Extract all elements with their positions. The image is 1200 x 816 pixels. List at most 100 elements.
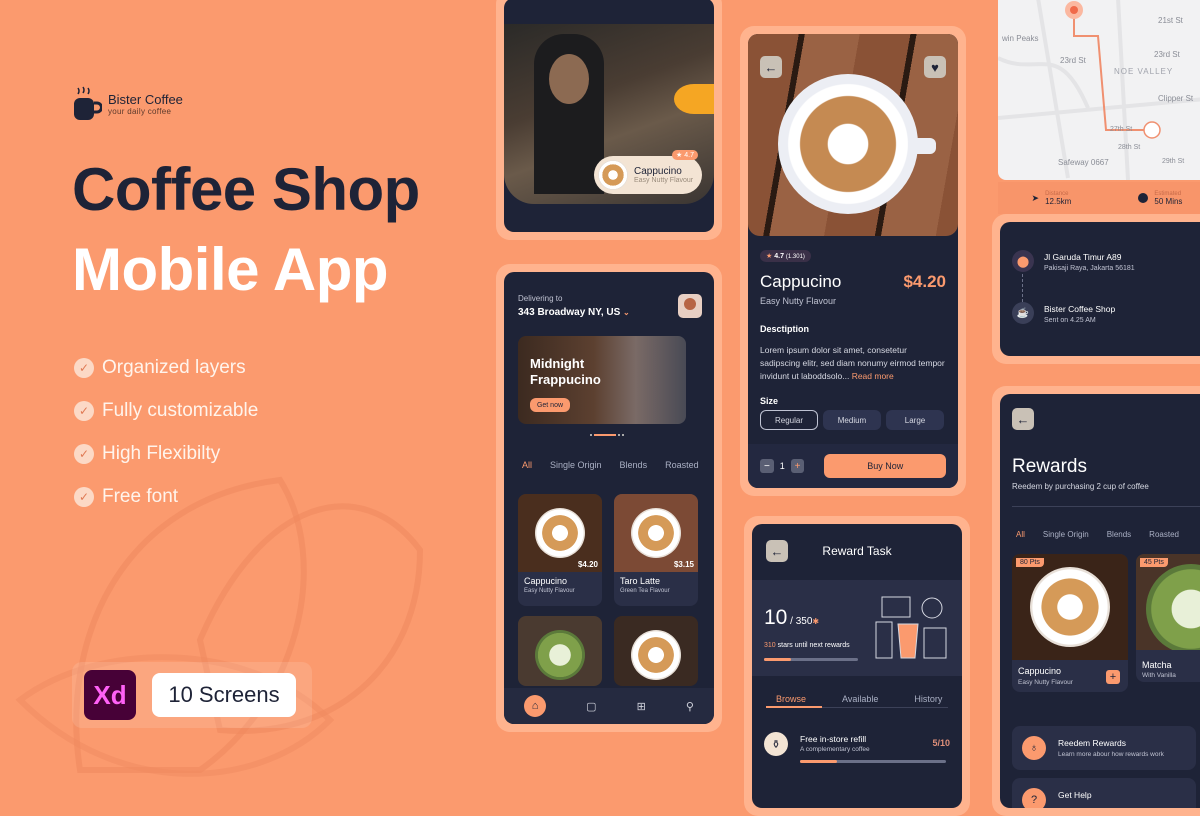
product-name: Taro Latte — [620, 576, 661, 586]
rating-badge: ★ 4.7 (1.301) — [760, 250, 811, 262]
tab-blends[interactable]: Blends — [620, 460, 648, 470]
get-help-link[interactable]: ? Get Help — [1012, 778, 1196, 808]
tab-single-origin[interactable]: Single Origin — [550, 460, 602, 470]
feature-item: ✓ High Flexibilty — [74, 432, 258, 475]
product-image: $3.15 — [614, 494, 698, 572]
link-title: Reedem Rewards — [1058, 738, 1127, 748]
moka-pot-icon: ⚱ — [764, 732, 788, 756]
quantity-value: 1 — [779, 461, 785, 471]
brand-name: Bister Coffee — [108, 92, 183, 107]
reward-card[interactable]: 45 Pts Matcha With Vanilla — [1136, 554, 1200, 682]
profile-icon[interactable]: ⚲ — [686, 700, 694, 713]
product-image: $4.20 — [518, 494, 602, 572]
size-large-button[interactable]: Large — [886, 410, 944, 430]
check-icon: ✓ — [74, 357, 94, 378]
reward-image: 45 Pts — [1136, 554, 1200, 650]
back-button[interactable]: ← — [760, 56, 782, 78]
brand: Bister Coffee your daily coffee — [72, 86, 183, 122]
origin-subtitle: Pakisaji Raya, Jakarta 56181 — [1044, 265, 1135, 272]
product-card[interactable] — [518, 616, 602, 686]
read-more-link[interactable]: Read more — [852, 371, 894, 381]
rating-value: 4.7 — [774, 253, 784, 260]
tab-roasted[interactable]: Roasted — [1149, 530, 1179, 539]
task-progress-text: 5/10 — [932, 738, 950, 748]
tab-history[interactable]: History — [914, 694, 942, 704]
tab-available[interactable]: Available — [842, 694, 878, 704]
screen-subtitle: Reedem by purchasing 2 cup of coffee — [1012, 482, 1149, 491]
screens-count-badge: 10 Screens — [152, 673, 296, 717]
product-card[interactable]: $4.20 Cappucino Easy Nutty Flavour — [518, 494, 602, 606]
add-reward-button[interactable]: + — [1106, 670, 1120, 684]
check-icon: ✓ — [74, 400, 94, 421]
reward-image: 80 Pts — [1012, 554, 1128, 660]
tab-all[interactable]: All — [1016, 530, 1025, 539]
screen-home: Delivering to 343 Broadway NY, US ⌄ Midn… — [496, 264, 722, 732]
decrease-quantity-button[interactable]: − — [760, 459, 774, 473]
cappucino-thumbnail — [598, 160, 628, 190]
redeem-rewards-link[interactable]: ♁ Reedem Rewards Learn more abour how re… — [1012, 726, 1196, 770]
coffee-machine-illustration — [875, 596, 947, 659]
screen-map: win Peaks 21st St 23rd St 23rd St NOE VA… — [990, 0, 1200, 222]
route-line — [998, 0, 1200, 180]
link-subtitle: Learn more abour how rewards work — [1058, 751, 1164, 758]
points-badge: 80 Pts — [1016, 558, 1044, 567]
back-button[interactable]: ← — [1012, 408, 1034, 430]
product-card[interactable]: $3.15 Taro Latte Green Tea Flavour — [614, 494, 698, 606]
brand-tagline: your daily coffee — [108, 107, 172, 116]
address-selector[interactable]: 343 Broadway NY, US ⌄ — [518, 307, 630, 318]
screen-product-detail: ← ♥ ★ 4.7 (1.301) Cappucino $4.20 Easy N… — [740, 26, 966, 496]
product-name: Cappucino — [524, 576, 568, 586]
description-text: Lorem ipsum dolor sit amet, consetetur s… — [760, 344, 946, 383]
check-icon: ✓ — [74, 486, 94, 507]
feature-label: Organized layers — [102, 356, 246, 378]
map-view[interactable]: win Peaks 21st St 23rd St 23rd St NOE VA… — [998, 0, 1200, 180]
badge-row: Xd 10 Screens — [72, 662, 312, 728]
product-price: $3.15 — [673, 560, 694, 569]
rating-value: 4.7 — [684, 152, 694, 159]
estimated-label: Estimated — [1154, 190, 1182, 197]
favorite-button[interactable]: ♥ — [924, 56, 946, 78]
delivering-label: Delivering to — [518, 294, 563, 303]
avatar[interactable] — [678, 294, 702, 318]
product-card[interactable] — [614, 616, 698, 686]
origin-title: Jl Garuda Timur A89 — [1044, 252, 1122, 262]
promo-title-2: Frappucino — [530, 372, 601, 387]
stars-summary: 10 / 350✱ 310 stars until next rewards — [752, 580, 962, 676]
size-regular-button[interactable]: Regular — [760, 410, 818, 430]
get-now-button[interactable]: Get now — [530, 398, 570, 412]
bottom-nav: ⌂ ▢ ⊞ ⚲ — [504, 688, 714, 724]
tab-single-origin[interactable]: Single Origin — [1043, 530, 1089, 539]
remaining-text: stars until next rewards — [777, 642, 850, 649]
screen-title: Rewards — [1012, 456, 1087, 477]
hero-line-1: Coffee Shop — [72, 156, 420, 223]
size-medium-button[interactable]: Medium — [823, 410, 881, 430]
feature-label: High Flexibilty — [102, 442, 221, 464]
screen-tracking: ⬤ Jl Garuda Timur A89 Pakisaji Raya, Jak… — [992, 214, 1200, 364]
reward-card[interactable]: 80 Pts Cappucino Easy Nutty Flavour + — [1012, 554, 1128, 692]
tab-blends[interactable]: Blends — [1107, 530, 1131, 539]
clock-icon — [1138, 193, 1149, 203]
screen-splash: Cappucino Easy Nutty Flavour ★ 4.7 — [496, 0, 722, 240]
category-tabs: All Single Origin Blends Roasted — [522, 460, 699, 470]
hero-title: Coffee Shop Mobile App — [72, 150, 420, 310]
active-tab-indicator — [766, 706, 822, 708]
arrow-left-icon: ← — [1016, 411, 1030, 427]
size-label: Size — [760, 396, 779, 406]
map-label: 21st St — [1158, 16, 1183, 25]
gift-icon[interactable]: ⊞ — [637, 700, 646, 713]
featured-product-chip[interactable]: Cappucino Easy Nutty Flavour ★ 4.7 — [594, 150, 702, 194]
bag-icon[interactable]: ▢ — [586, 700, 596, 713]
map-label: 23rd St — [1154, 50, 1180, 59]
buy-now-button[interactable]: Buy Now — [824, 454, 946, 478]
product-price: $4.20 — [577, 560, 598, 569]
promo-banner[interactable]: Midnight Frappucino Get now — [518, 336, 686, 424]
tab-roasted[interactable]: Roasted — [665, 460, 699, 470]
tab-all[interactable]: All — [522, 460, 532, 470]
heart-icon: ♥ — [931, 59, 939, 75]
increase-quantity-button[interactable]: + — [790, 459, 805, 473]
purchase-bar: − 1 + Buy Now — [748, 444, 958, 488]
review-count: (1.301) — [785, 254, 805, 260]
tab-browse[interactable]: Browse — [776, 694, 806, 704]
home-icon[interactable]: ⌂ — [524, 695, 547, 717]
screen-rewards: ← Rewards Reedem by purchasing 2 cup of … — [992, 386, 1200, 816]
